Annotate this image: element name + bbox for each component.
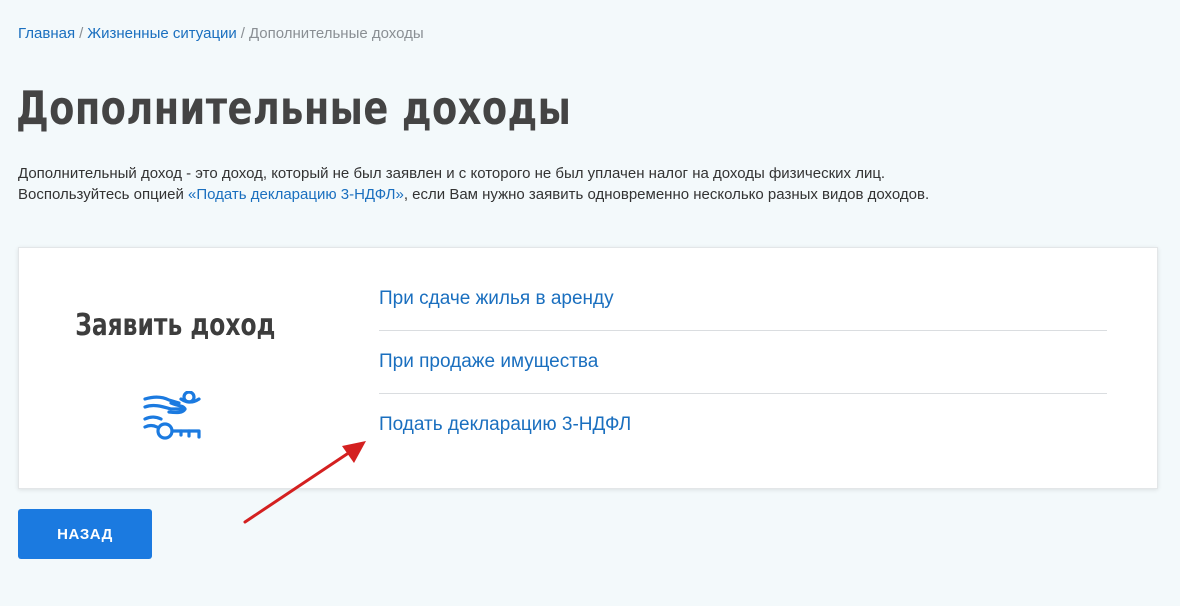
income-links-list: При сдаче жилья в аренду При продаже иму… [379,268,1107,457]
intro-line-2: Воспользуйтесь опцией «Подать декларацию… [18,184,929,205]
breadcrumb-link-life-situations[interactable]: Жизненные ситуации [87,25,237,42]
breadcrumb-separator: / [240,25,245,42]
hand-with-keys-icon [141,390,207,457]
breadcrumb-current: Дополнительные доходы [248,25,424,42]
intro-text-before-link: Воспользуйтесь опцией [18,186,188,203]
link-submit-3ndfl[interactable]: Подать декларацию 3-НДФЛ [379,394,1107,457]
page: Главная / Жизненные ситуации / Дополнительны… [0,0,1180,606]
card-heading-text: Заявить доход [74,308,276,343]
back-button[interactable]: НАЗАД [18,509,152,559]
intro-text-after-link: , если Вам нужно заявить одновременно не… [403,186,930,203]
link-rental-income[interactable]: При сдаче жилья в аренду [379,268,1107,331]
breadcrumb-separator: / [79,25,84,42]
intro-text: Дополнительный доход - это доход, которы… [18,163,929,205]
breadcrumb: Главная / Жизненные ситуации / Дополнительны… [18,24,424,44]
card-heading: Заявить доход [19,306,331,346]
intro-line-1: Дополнительный доход - это доход, которы… [18,165,886,182]
intro-declaration-link[interactable]: «Подать декларацию 3-НДФЛ» [188,186,404,203]
declare-income-card: Заявить доход При сдаче жилья в аренду П… [18,247,1158,489]
breadcrumb-link-home[interactable]: Главная [18,25,75,42]
link-property-sale[interactable]: При продаже имущества [379,331,1107,394]
page-title: Дополнительные доходы [16,81,572,135]
